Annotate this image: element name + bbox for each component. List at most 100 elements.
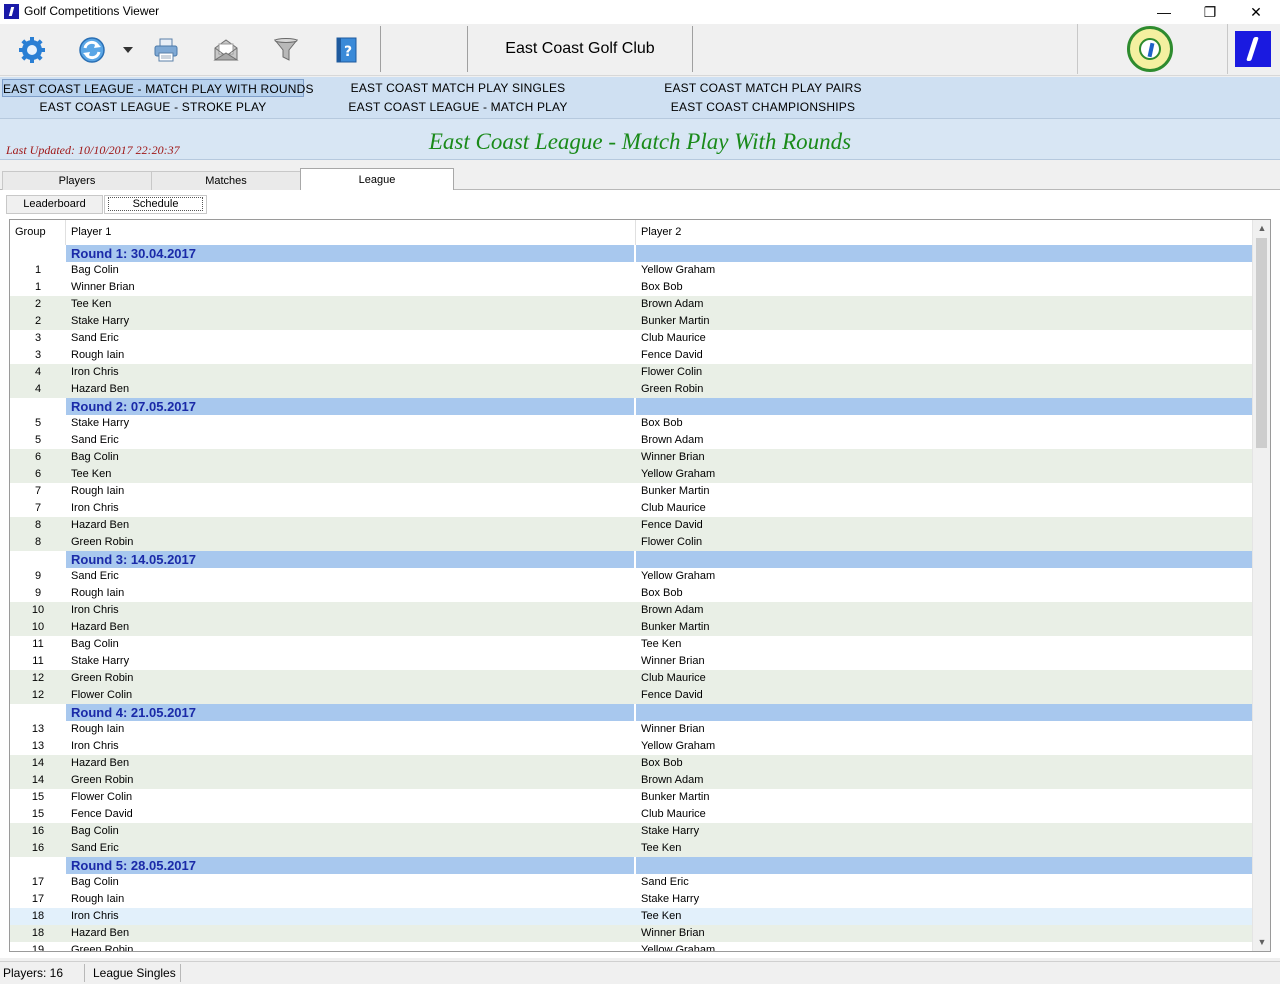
competition-item[interactable]: EAST COAST LEAGUE - MATCH PLAY WITH ROUN…	[2, 79, 313, 97]
table-row[interactable]: 17 Rough Iain Stake Harry	[10, 891, 1252, 908]
table-row[interactable]: 16 Sand Eric Tee Ken	[10, 840, 1252, 857]
filter-icon[interactable]	[268, 32, 304, 68]
table-row[interactable]: 19 Green Robin Yellow Graham	[10, 942, 1252, 951]
table-row[interactable]: 8 Green Robin Flower Colin	[10, 534, 1252, 551]
table-row[interactable]: 15 Flower Colin Bunker Martin	[10, 789, 1252, 806]
table-row[interactable]: 6 Bag Colin Winner Brian	[10, 449, 1252, 466]
dropdown-arrow-icon[interactable]	[116, 32, 140, 68]
competition-item[interactable]: EAST COAST MATCH PLAY SINGLES	[340, 79, 576, 97]
player1-cell: Stake Harry	[71, 315, 130, 327]
table-row[interactable]: 3 Sand Eric Club Maurice	[10, 330, 1252, 347]
player2-cell: Brown Adam	[641, 298, 704, 310]
round-header-row[interactable]: Round 3: 14.05.2017	[10, 551, 1252, 568]
group-cell: 15	[31, 808, 45, 820]
group-cell: 8	[34, 536, 42, 548]
vertical-scrollbar[interactable]: ▲ ▼	[1252, 220, 1270, 951]
player2-cell: Winner Brian	[641, 655, 705, 667]
table-row[interactable]: 9 Sand Eric Yellow Graham	[10, 568, 1252, 585]
table-row[interactable]: 11 Bag Colin Tee Ken	[10, 636, 1252, 653]
group-cell: 12	[31, 672, 45, 684]
settings-gear-icon[interactable]	[14, 32, 50, 68]
player2-cell: Brown Adam	[641, 434, 704, 446]
table-row[interactable]: 14 Hazard Ben Box Bob	[10, 755, 1252, 772]
player1-cell: Iron Chris	[71, 604, 119, 616]
table-row[interactable]: 13 Rough Iain Winner Brian	[10, 721, 1252, 738]
group-cell: 1	[34, 281, 42, 293]
table-row[interactable]: 5 Sand Eric Brown Adam	[10, 432, 1252, 449]
table-row[interactable]: 1 Bag Colin Yellow Graham	[10, 262, 1252, 279]
printer-icon[interactable]	[148, 32, 184, 68]
table-row[interactable]: 8 Hazard Ben Fence David	[10, 517, 1252, 534]
player1-cell: Fence David	[71, 808, 133, 820]
table-row[interactable]: 6 Tee Ken Yellow Graham	[10, 466, 1252, 483]
table-row[interactable]: 13 Iron Chris Yellow Graham	[10, 738, 1252, 755]
tab-players[interactable]: Players	[2, 171, 152, 190]
table-row[interactable]: 2 Stake Harry Bunker Martin	[10, 313, 1252, 330]
tab-league[interactable]: League	[300, 168, 454, 190]
scroll-up-icon[interactable]: ▲	[1253, 220, 1270, 237]
table-row[interactable]: 12 Flower Colin Fence David	[10, 687, 1252, 704]
scroll-down-icon[interactable]: ▼	[1253, 934, 1270, 951]
player2-cell: Fence David	[641, 689, 703, 701]
column-header-player1[interactable]: Player 1	[66, 220, 636, 245]
table-row[interactable]: 10 Iron Chris Brown Adam	[10, 602, 1252, 619]
competition-item[interactable]: EAST COAST MATCH PLAY PAIRS	[650, 79, 876, 97]
table-row[interactable]: 1 Winner Brian Box Bob	[10, 279, 1252, 296]
table-row[interactable]: 5 Stake Harry Box Bob	[10, 415, 1252, 432]
title-bar: Golf Competitions Viewer — ❐ ✕	[0, 0, 1280, 24]
table-row[interactable]: 14 Green Robin Brown Adam	[10, 772, 1252, 789]
player1-cell: Flower Colin	[71, 689, 133, 701]
table-row[interactable]: 2 Tee Ken Brown Adam	[10, 296, 1252, 313]
player-count: Players: 16	[3, 966, 64, 980]
minimize-button[interactable]: —	[1141, 0, 1187, 24]
club-logo-icon	[1127, 26, 1173, 72]
email-icon[interactable]	[208, 32, 244, 68]
round-header-row[interactable]: Round 2: 07.05.2017	[10, 398, 1252, 415]
competition-item[interactable]: EAST COAST LEAGUE - STROKE PLAY	[30, 98, 276, 116]
competition-item[interactable]: EAST COAST LEAGUE - MATCH PLAY	[340, 98, 576, 116]
column-header-group[interactable]: Group	[10, 220, 66, 245]
group-cell: 8	[34, 519, 42, 531]
table-row[interactable]: 18 Iron Chris Tee Ken	[10, 908, 1252, 925]
group-cell: 2	[34, 298, 42, 310]
table-row[interactable]: 15 Fence David Club Maurice	[10, 806, 1252, 823]
help-book-icon[interactable]: ?	[328, 32, 364, 68]
round-header-row[interactable]: Round 4: 21.05.2017	[10, 704, 1252, 721]
player1-cell: Rough Iain	[71, 723, 125, 735]
table-row[interactable]: 3 Rough Iain Fence David	[10, 347, 1252, 364]
player2-cell: Yellow Graham	[641, 264, 716, 276]
table-row[interactable]: 7 Rough Iain Bunker Martin	[10, 483, 1252, 500]
player2-cell: Fence David	[641, 349, 703, 361]
player1-cell: Sand Eric	[71, 570, 119, 582]
column-header-player2[interactable]: Player 2	[636, 220, 1252, 245]
restore-button[interactable]: ❐	[1187, 0, 1233, 24]
group-cell: 14	[31, 757, 45, 769]
table-row[interactable]: 11 Stake Harry Winner Brian	[10, 653, 1252, 670]
subtab-leaderboard[interactable]: Leaderboard	[6, 195, 103, 214]
close-button[interactable]: ✕	[1233, 0, 1279, 24]
table-row[interactable]: 9 Rough Iain Box Bob	[10, 585, 1252, 602]
round-header-row[interactable]: Round 5: 28.05.2017	[10, 857, 1252, 874]
tab-matches[interactable]: Matches	[151, 171, 301, 190]
player2-cell: Box Bob	[641, 417, 683, 429]
player1-cell: Hazard Ben	[71, 757, 130, 769]
player1-cell: Stake Harry	[71, 655, 130, 667]
table-row[interactable]: 17 Bag Colin Sand Eric	[10, 874, 1252, 891]
table-row[interactable]: 4 Iron Chris Flower Colin	[10, 364, 1252, 381]
refresh-icon[interactable]	[74, 32, 110, 68]
table-row[interactable]: 4 Hazard Ben Green Robin	[10, 381, 1252, 398]
table-row[interactable]: 16 Bag Colin Stake Harry	[10, 823, 1252, 840]
table-row[interactable]: 10 Hazard Ben Bunker Martin	[10, 619, 1252, 636]
table-row[interactable]: 7 Iron Chris Club Maurice	[10, 500, 1252, 517]
scrollbar-thumb[interactable]	[1256, 238, 1267, 448]
player1-cell: Flower Colin	[71, 791, 133, 803]
round-header-row[interactable]: Round 1: 30.04.2017	[10, 245, 1252, 262]
player2-cell: Box Bob	[641, 281, 683, 293]
player1-cell: Hazard Ben	[71, 383, 130, 395]
competition-item[interactable]: EAST COAST CHAMPIONSHIPS	[650, 98, 876, 116]
table-row[interactable]: 18 Hazard Ben Winner Brian	[10, 925, 1252, 942]
toolbar: ? East Coast Golf Club	[0, 24, 1280, 76]
player1-cell: Rough Iain	[71, 587, 125, 599]
subtab-schedule[interactable]: Schedule	[104, 195, 207, 214]
table-row[interactable]: 12 Green Robin Club Maurice	[10, 670, 1252, 687]
